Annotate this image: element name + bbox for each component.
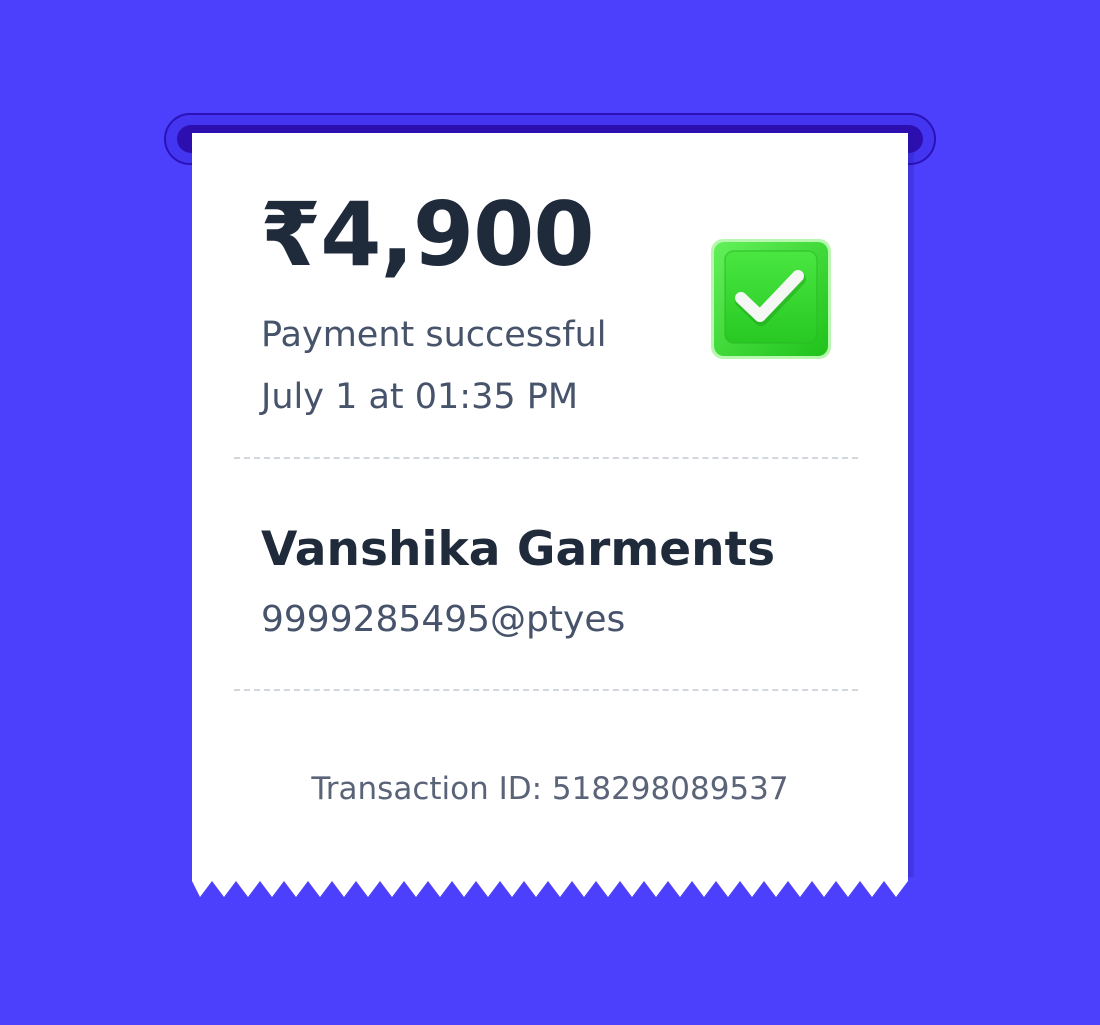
payee-upi-id: 9999285495@ptyes	[261, 599, 626, 640]
payment-datetime: July 1 at 01:35 PM	[261, 377, 579, 417]
payment-amount: ₹4,900	[260, 183, 595, 286]
payment-status: Payment successful	[261, 315, 607, 355]
divider-bottom	[234, 689, 858, 691]
payee-name: Vanshika Garments	[261, 522, 776, 577]
divider-top	[234, 457, 858, 459]
transaction-id: Transaction ID: 518298089537	[311, 771, 789, 807]
checkmark-icon	[711, 239, 831, 359]
payment-receipt: ₹4,900 Payment successful July 1 at 01:3…	[192, 133, 908, 898]
